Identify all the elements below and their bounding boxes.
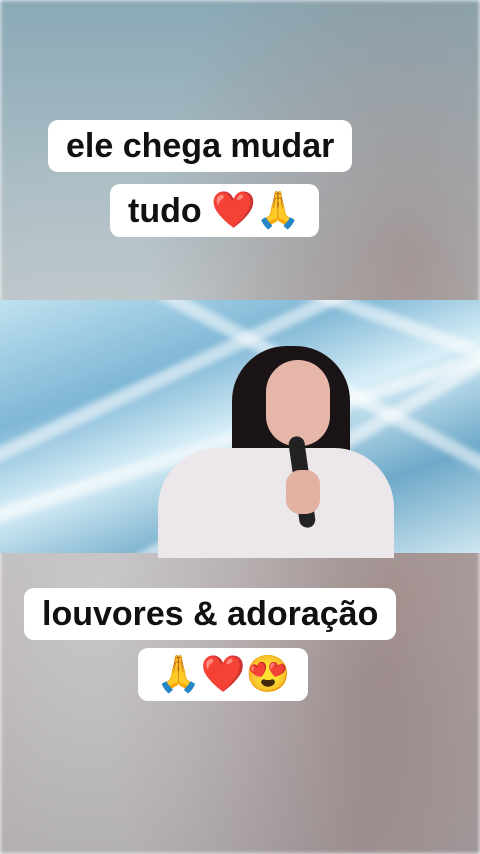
singer-jacket	[158, 448, 394, 558]
top-caption-line-2-text: tudo	[128, 192, 212, 230]
heart-pray-emoji: ❤️🙏	[211, 189, 301, 230]
singer-hand	[286, 470, 320, 514]
top-caption-line-1: ele chega mudar	[48, 120, 353, 172]
pray-heart-love-emoji: 🙏❤️😍	[156, 653, 291, 694]
singer-face	[266, 360, 330, 446]
top-caption-line-2: tudo ❤️🙏	[110, 184, 319, 237]
bottom-caption-line-2: 🙏❤️😍	[138, 648, 309, 701]
bottom-caption-line-1: louvores & adoração	[24, 588, 397, 640]
